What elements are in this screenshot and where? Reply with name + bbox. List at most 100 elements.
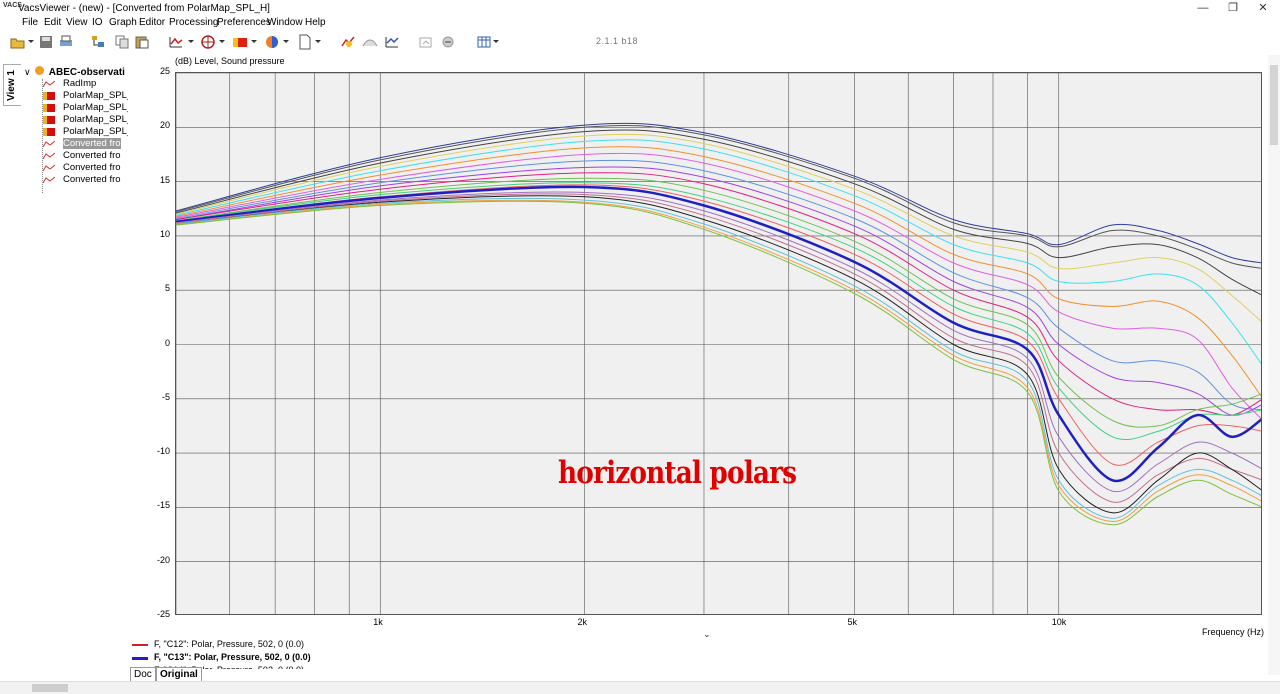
- tree-item[interactable]: Converted fro: [42, 138, 128, 150]
- tree-item[interactable]: RadImp: [42, 78, 128, 90]
- tree-item-label: Converted fro: [63, 150, 121, 161]
- tab-doc[interactable]: Doc: [130, 667, 156, 682]
- x-tick-label: 1k: [373, 617, 383, 627]
- paste-icon[interactable]: [134, 34, 150, 50]
- save-icon[interactable]: [38, 34, 54, 50]
- new-page-dropdown-arrow[interactable]: [315, 40, 321, 43]
- collapse-icon[interactable]: ∨: [24, 67, 31, 77]
- tree-item-label: PolarMap_SPL_: [63, 90, 128, 101]
- curve-icon: [42, 176, 56, 184]
- toolbar: [0, 31, 1280, 53]
- menu-view[interactable]: View: [66, 17, 88, 28]
- y-tick-label: 25: [159, 66, 170, 76]
- legend-label: F, "C13": Polar, Pressure, 502, 0 (0.0): [154, 652, 311, 662]
- menu-window[interactable]: Window: [267, 17, 303, 28]
- vertical-scrollbar[interactable]: [1268, 55, 1280, 675]
- tree-root-label: ABEC-observati: [48, 67, 125, 78]
- tree-item[interactable]: Converted fro: [42, 174, 128, 186]
- menu-help[interactable]: Help: [305, 17, 326, 28]
- x-axis-label: Frequency (Hz): [1202, 627, 1265, 637]
- open-dropdown-arrow[interactable]: [28, 40, 34, 43]
- tree-item[interactable]: Converted fro: [42, 162, 128, 174]
- y-tick-label: -15: [156, 500, 170, 511]
- smooth-icon[interactable]: [362, 34, 378, 50]
- tree-item[interactable]: PolarMap_SPL_: [43, 102, 128, 114]
- series-line[interactable]: [176, 152, 1262, 420]
- horizontal-scrollbar[interactable]: [0, 681, 1280, 694]
- graph-icon[interactable]: [384, 34, 400, 50]
- tree-panel: ∨ ABEC-observati RadImp PolarMap_SPL_ Pola…: [22, 64, 128, 194]
- copy-icon[interactable]: [114, 34, 130, 50]
- tree-item[interactable]: PolarMap_SPL_: [43, 114, 128, 126]
- series-line[interactable]: [176, 146, 1262, 399]
- tree-item[interactable]: Converted fro: [42, 150, 128, 162]
- curve-icon: [42, 140, 56, 148]
- version-label: 2.1.1 b18: [596, 36, 639, 46]
- colormap-dropdown-arrow[interactable]: [251, 40, 257, 43]
- menu-io[interactable]: IO: [92, 17, 103, 28]
- y-tick-label: 0: [164, 337, 170, 348]
- menu-processing[interactable]: Processing: [169, 17, 218, 28]
- polar-icon[interactable]: [200, 34, 216, 50]
- horizontal-scrollbar-thumb[interactable]: [32, 684, 68, 692]
- legend-swatch: [132, 644, 148, 646]
- menu-file[interactable]: File: [22, 17, 38, 28]
- project-icon: [35, 66, 45, 75]
- tree-icon[interactable]: [90, 34, 106, 50]
- tree-item[interactable]: PolarMap_SPL_: [43, 90, 128, 102]
- table-dropdown-arrow[interactable]: [493, 40, 499, 43]
- series-line[interactable]: [176, 185, 1262, 483]
- graph-panel: (dB) Level, Sound pressure 25 20 15 10 5 0 -5 -…: [130, 55, 1280, 637]
- tree-item-label: Converted fro: [63, 174, 121, 185]
- view-tab-label: View 1: [6, 70, 17, 101]
- tree-item-label: Converted fro: [63, 138, 121, 149]
- minimize-button[interactable]: —: [1186, 0, 1220, 16]
- tree-item-label: Converted fro: [63, 162, 121, 173]
- series-line[interactable]: [176, 129, 1262, 296]
- x-tick-label: 2k: [577, 617, 587, 627]
- export-icon[interactable]: [418, 34, 434, 50]
- tab-original[interactable]: Original: [156, 667, 202, 682]
- polar-map-icon: [43, 104, 55, 112]
- print-icon[interactable]: [58, 34, 74, 50]
- plot-svg[interactable]: [176, 73, 1262, 615]
- graph-type-dropdown-arrow[interactable]: [188, 40, 194, 43]
- polar-dropdown-arrow[interactable]: [219, 40, 225, 43]
- series-line[interactable]: [176, 122, 1262, 264]
- menu-editor[interactable]: Editor: [139, 17, 165, 28]
- view-tab[interactable]: View 1: [3, 64, 21, 106]
- graph-type-icon[interactable]: [168, 34, 184, 50]
- fit-icon[interactable]: [340, 34, 356, 50]
- legend-swatch: [132, 657, 148, 660]
- y-tick-label: -20: [156, 554, 170, 565]
- maximize-button[interactable]: ❐: [1216, 0, 1250, 16]
- table-icon[interactable]: [476, 34, 492, 50]
- series-line[interactable]: [176, 191, 1262, 493]
- curve-icon: [42, 164, 56, 172]
- open-icon[interactable]: [10, 34, 26, 50]
- new-page-icon[interactable]: [297, 34, 313, 50]
- menu-preferences[interactable]: Preferences: [217, 17, 271, 28]
- tree-root[interactable]: ∨ ABEC-observati: [24, 66, 125, 78]
- title-bar: VACS VacsViewer - (new) - [Converted fro…: [0, 0, 1280, 16]
- sphere-dropdown-arrow[interactable]: [283, 40, 289, 43]
- series-line[interactable]: [176, 182, 1262, 441]
- close-button[interactable]: ✕: [1246, 0, 1280, 16]
- window-title: VacsViewer - (new) - [Converted from Pol…: [18, 3, 270, 14]
- colormap-icon[interactable]: [232, 34, 248, 50]
- sphere-icon[interactable]: [264, 34, 280, 50]
- polar-map-icon: [43, 116, 55, 124]
- tree-item[interactable]: PolarMap_SPL_: [43, 126, 128, 138]
- app-icon: VACS: [3, 2, 22, 9]
- annotation-text: horizontal polars: [558, 455, 797, 491]
- settings-icon[interactable]: [440, 34, 456, 50]
- vertical-scrollbar-thumb[interactable]: [1270, 65, 1278, 145]
- y-tick-label: -10: [156, 446, 170, 457]
- y-tick-label: -5: [161, 391, 170, 402]
- menu-graph[interactable]: Graph: [109, 17, 137, 28]
- legend: F, "C12": Polar, Pressure, 502, 0 (0.0) F…: [130, 637, 1270, 669]
- y-tick-label: 20: [159, 120, 170, 131]
- menu-edit[interactable]: Edit: [44, 17, 61, 28]
- y-tick-label: 10: [159, 228, 170, 239]
- plot-area[interactable]: [175, 72, 1262, 615]
